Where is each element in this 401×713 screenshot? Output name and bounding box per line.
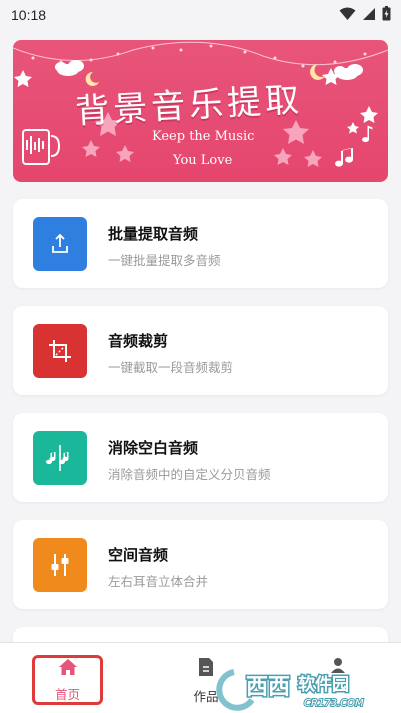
upload-icon: [33, 217, 87, 271]
app-screen: 10:18 背景音乐提取 Keep the Music You Love 批量提…: [0, 0, 401, 713]
watermark-logo: 西西 软件园 CR173.COM: [212, 660, 400, 713]
feature-desc: 左右耳音立体合并: [108, 574, 209, 589]
battery-icon: [382, 5, 391, 25]
feature-desc: 一键截取一段音频裁剪: [108, 360, 234, 375]
feature-desc: 消除音频中的自定义分贝音频: [108, 467, 271, 482]
watermark-url: CR173.COM: [304, 698, 364, 709]
feature-title: 音频裁剪: [108, 332, 169, 350]
nav-home-label: 首页: [54, 686, 80, 702]
feature-title: 空间音频: [108, 546, 169, 564]
wifi-icon: [339, 6, 356, 25]
split-notes-icon: [33, 431, 87, 485]
feature-desc: 一键批量提取多音频: [108, 253, 221, 268]
crop-icon: [33, 324, 87, 378]
feature-card-batch-extract[interactable]: 批量提取音频 一键批量提取多音频: [13, 199, 388, 288]
nav-home[interactable]: 首页: [32, 655, 103, 705]
equalizer-icon: [33, 538, 87, 592]
status-icons: [339, 5, 391, 25]
feature-card-remove-silence[interactable]: 消除空白音频 消除音频中的自定义分贝音频: [13, 413, 388, 502]
watermark-brand: 西西: [246, 675, 290, 700]
status-bar: 10:18: [0, 0, 401, 30]
banner-subtitle-line2: You Love: [173, 153, 233, 168]
feature-title: 批量提取音频: [108, 225, 199, 243]
status-time: 10:18: [11, 7, 47, 23]
watermark-tagline: 软件园: [298, 674, 349, 695]
banner-subtitle-line1: Keep the Music: [152, 129, 255, 144]
feature-card-spatial-audio[interactable]: 空间音频 左右耳音立体合并: [13, 520, 388, 609]
home-icon: [58, 658, 78, 680]
feature-title: 消除空白音频: [108, 439, 199, 457]
feature-card-audio-crop[interactable]: 音频裁剪 一键截取一段音频裁剪: [13, 306, 388, 395]
signal-icon: [362, 6, 376, 25]
banner[interactable]: 背景音乐提取 Keep the Music You Love: [13, 40, 388, 182]
